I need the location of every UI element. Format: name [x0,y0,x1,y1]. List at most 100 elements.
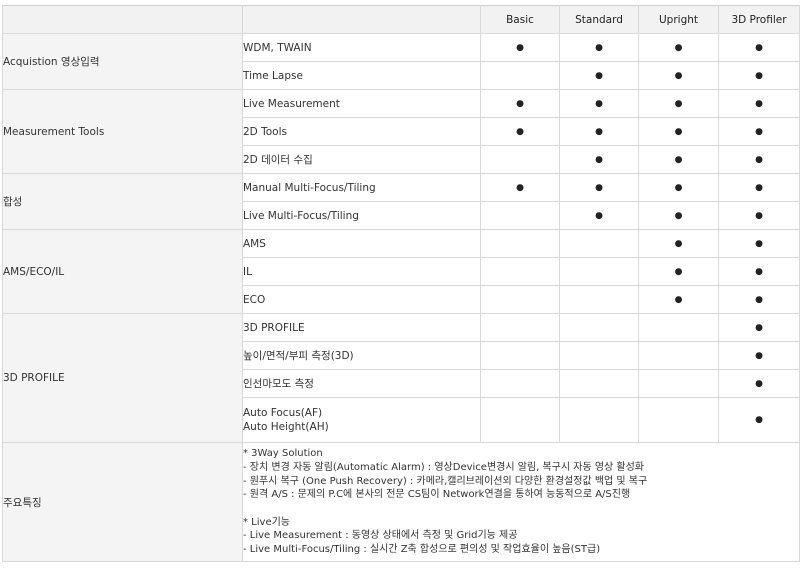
support-mark-cell: ● [718,201,800,230]
dot-icon: ● [674,266,683,277]
dot-icon: ● [595,42,603,53]
support-mark-cell [480,369,560,398]
feature-name-cell: Live Measurement [242,89,481,118]
support-mark-cell [480,313,560,342]
feature-name-cell: ECO [242,285,481,314]
dot-icon: ● [755,70,763,81]
support-mark-cell: ● [559,201,639,230]
table-row: Acquistion 영상입력 WDM, TWAIN ● ● ● ● [2,33,800,90]
support-mark-cell [638,369,719,398]
dot-icon: ● [755,266,763,277]
column-header-basic: Basic [480,5,560,34]
dot-icon: ● [516,98,524,109]
dot-icon: ● [595,154,603,165]
category-cell: Acquistion 영상입력 [2,33,243,90]
dot-icon: ● [755,294,763,305]
support-mark-cell [559,369,639,398]
support-mark-cell: ● [718,313,800,342]
support-mark-cell: ● [718,145,800,174]
dot-icon: ● [516,42,524,53]
feature-name-cell: 인선마모도 측정 [242,369,481,398]
table-row: AMS/ECO/IL AMS ● ● [2,229,800,314]
support-mark-cell [559,313,639,342]
category-cell: AMS/ECO/IL [2,229,243,314]
column-header-standard: Standard [559,5,639,34]
support-mark-cell [480,257,560,286]
dot-icon: ● [755,126,763,137]
dot-icon: ● [674,98,683,109]
feature-comparison-table: Basic Standard Upright 3D Profiler Acqui… [2,5,800,562]
support-mark-cell [638,397,719,443]
support-mark-cell: ● [718,369,800,398]
support-mark-cell: ● [638,173,719,202]
table-row: Measurement Tools Live Measurement ● ● ● ● [2,89,800,174]
support-mark-cell: ● [638,117,719,146]
support-mark-cell: ● [718,285,800,314]
support-mark-cell: ● [718,61,800,90]
support-mark-cell [559,229,639,258]
category-cell: 3D PROFILE [2,313,243,443]
support-mark-cell: ● [559,117,639,146]
support-mark-cell: ● [638,229,719,258]
dot-icon: ● [674,294,683,305]
feature-name-cell: Live Multi-Focus/Tiling [242,201,481,230]
note-line: - Live Measurement : 동영상 상태에서 측정 및 Grid기… [243,530,518,542]
support-mark-cell [480,397,560,443]
support-mark-cell [559,341,639,370]
dot-icon: ● [755,154,763,165]
notes-row: 주요특징 * 3Way Solution - 장치 변경 자동 알림(Automat… [2,442,800,562]
feature-name-cell: 2D Tools [242,117,481,146]
support-mark-cell: ● [718,117,800,146]
dot-icon: ● [755,98,763,109]
column-header-3d-profiler: 3D Profiler [718,5,800,34]
feature-name-cell: Auto Focus(AF) Auto Height(AH) [242,397,481,443]
support-mark-cell [480,285,560,314]
dot-icon: ● [755,350,763,361]
feature-name-cell: 2D 데이터 수집 [242,145,481,174]
dot-icon: ● [755,238,763,249]
category-cell: 합성 [2,173,243,230]
support-mark-cell: ● [718,257,800,286]
support-mark-cell: ● [718,397,800,443]
note-line: * 3Way Solution [243,448,323,460]
dot-icon: ● [595,98,603,109]
dot-icon: ● [755,182,763,193]
note-line: - 원푸시 복구 (One Push Recovery) : 카메라,캘리브레이… [243,475,648,487]
feature-name-cell: 3D PROFILE [242,313,481,342]
support-mark-cell [480,341,560,370]
support-mark-cell: ● [559,173,639,202]
dot-icon: ● [595,70,603,81]
dot-icon: ● [755,415,763,425]
support-mark-cell: ● [718,173,800,202]
column-header-upright: Upright [638,5,719,34]
support-mark-cell: ● [638,145,719,174]
dot-icon: ● [674,182,683,193]
table-body: Acquistion 영상입력 WDM, TWAIN ● ● ● ● Time Lapse ●… [2,33,800,562]
support-mark-cell: ● [638,61,719,90]
notes-content-cell: * 3Way Solution - 장치 변경 자동 알림(Automatic A… [242,442,800,562]
dot-icon: ● [674,42,683,53]
support-mark-cell [480,61,560,90]
table-row: 합성 Manual Multi-Focus/Tiling ● ● ● ● [2,173,800,230]
feature-name-cell: 높이/면적/부피 측정(3D) [242,341,481,370]
support-mark-cell: ● [638,33,719,62]
note-spacer [243,502,799,516]
support-mark-cell: ● [718,341,800,370]
support-mark-cell: ● [480,89,560,118]
note-line: * Live기능 [243,516,290,528]
support-mark-cell: ● [559,145,639,174]
support-mark-cell [559,397,639,443]
support-mark-cell: ● [718,89,800,118]
support-mark-cell: ● [638,257,719,286]
support-mark-cell [559,285,639,314]
notes-category-cell: 주요특징 [2,442,243,562]
note-line: - 원격 A/S : 문제의 P.C에 본사의 전문 CS팀이 Network연… [243,489,631,501]
support-mark-cell: ● [718,33,800,62]
feature-name-cell: IL [242,257,481,286]
support-mark-cell: ● [718,229,800,258]
support-mark-cell: ● [638,285,719,314]
dot-icon: ● [755,210,763,221]
support-mark-cell [559,257,639,286]
support-mark-cell: ● [559,61,639,90]
dot-icon: ● [516,126,524,137]
